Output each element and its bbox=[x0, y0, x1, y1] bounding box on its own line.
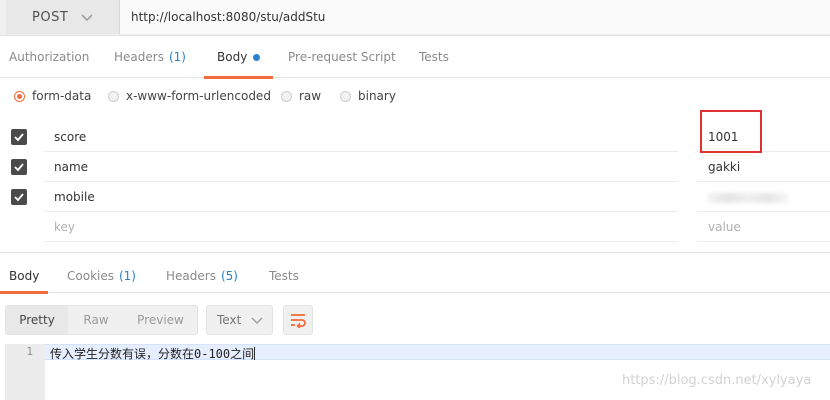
radio-label: x-www-form-urlencoded bbox=[126, 89, 271, 103]
watermark: https://blog.csdn.net/xylyaya bbox=[622, 373, 812, 388]
wrap-lines-icon bbox=[291, 314, 306, 328]
response-body-editor[interactable]: 1 传入学生分数有误，分数在0-100之间 bbox=[5, 344, 830, 400]
radio-icon bbox=[108, 90, 119, 102]
chevron-down-icon bbox=[81, 14, 93, 22]
radio-icon bbox=[340, 90, 351, 102]
format-select[interactable]: Text bbox=[206, 305, 273, 335]
radio-selected-icon bbox=[14, 90, 25, 102]
response-tab-headers[interactable]: Headers (5) bbox=[166, 259, 238, 293]
annotation-highlight-box bbox=[700, 110, 762, 153]
radio-form-data[interactable]: form-data bbox=[14, 89, 91, 103]
tab-headers[interactable]: Headers (1) bbox=[114, 36, 186, 78]
response-text-line: 传入学生分数有误，分数在0-100之间 bbox=[50, 345, 256, 362]
tab-label: Authorization bbox=[9, 50, 90, 64]
view-mode-group: Pretty Raw Preview bbox=[5, 305, 198, 335]
radio-icon bbox=[281, 90, 292, 102]
response-tab-tests[interactable]: Tests bbox=[269, 259, 299, 293]
response-tabs: Body Cookies (1) Headers (5) Tests bbox=[0, 259, 830, 294]
tab-body[interactable]: Body bbox=[203, 36, 274, 79]
response-tab-body[interactable]: Body bbox=[0, 259, 49, 294]
param-value-input[interactable] bbox=[697, 182, 830, 212]
tab-label: Tests bbox=[419, 50, 449, 64]
view-raw-button[interactable]: Raw bbox=[68, 306, 124, 334]
tab-label: Body bbox=[217, 50, 248, 64]
text-cursor bbox=[254, 347, 256, 360]
radio-raw[interactable]: raw bbox=[281, 89, 321, 103]
tab-label: Headers bbox=[114, 50, 164, 64]
tab-label: Tests bbox=[269, 269, 299, 283]
redacted-value bbox=[708, 192, 788, 203]
radio-label: form-data bbox=[32, 89, 92, 103]
tab-label: Cookies bbox=[67, 269, 114, 283]
check-icon bbox=[14, 133, 24, 142]
radio-label: raw bbox=[299, 89, 322, 103]
method-select[interactable]: POST bbox=[6, 0, 120, 34]
new-param-row: key value bbox=[0, 212, 830, 242]
view-pretty-button[interactable]: Pretty bbox=[6, 306, 68, 334]
url-text: http://localhost:8080/stu/addStu bbox=[131, 10, 326, 24]
wrap-lines-button[interactable] bbox=[283, 305, 313, 335]
tab-label: Pre-request Script bbox=[288, 50, 396, 64]
new-param-value-input[interactable]: value bbox=[697, 212, 830, 242]
tab-pre-request-script[interactable]: Pre-request Script bbox=[288, 36, 396, 78]
body-type-options: form-data x-www-form-urlencoded raw bina… bbox=[0, 86, 830, 110]
param-row: mobile bbox=[0, 182, 830, 212]
check-icon bbox=[14, 163, 24, 172]
radio-urlencoded[interactable]: x-www-form-urlencoded bbox=[108, 89, 271, 103]
divider bbox=[0, 252, 830, 253]
tab-authorization[interactable]: Authorization bbox=[9, 36, 89, 78]
radio-binary[interactable]: binary bbox=[340, 89, 396, 103]
tab-label: Headers bbox=[166, 269, 216, 283]
response-text: 传入学生分数有误，分数在0-100之间 bbox=[50, 347, 255, 361]
tab-count: (1) bbox=[118, 269, 136, 283]
param-checkbox[interactable] bbox=[11, 189, 27, 205]
url-input[interactable]: http://localhost:8080/stu/addStu bbox=[120, 0, 830, 34]
request-bar: POST http://localhost:8080/stu/addStu bbox=[0, 0, 830, 36]
param-row: name gakki bbox=[0, 152, 830, 182]
param-value-input[interactable]: gakki bbox=[697, 152, 830, 182]
method-label: POST bbox=[32, 9, 69, 25]
check-icon bbox=[14, 193, 24, 202]
param-key-input[interactable]: mobile bbox=[44, 182, 678, 212]
tab-label: Body bbox=[9, 269, 40, 283]
format-label: Text bbox=[217, 313, 242, 327]
request-tabs: Authorization Headers (1) Body Pre-reque… bbox=[0, 36, 830, 79]
tab-count: (5) bbox=[220, 269, 238, 283]
param-key-input[interactable]: name bbox=[44, 152, 678, 182]
response-toolbar: Pretty Raw Preview Text bbox=[0, 304, 830, 336]
line-number: 1 bbox=[26, 345, 33, 358]
view-preview-button[interactable]: Preview bbox=[124, 306, 197, 334]
tab-count: (1) bbox=[168, 50, 186, 64]
param-key-input[interactable]: score bbox=[44, 122, 678, 152]
chevron-down-icon bbox=[251, 317, 263, 325]
param-checkbox[interactable] bbox=[11, 159, 27, 175]
tab-tests[interactable]: Tests bbox=[419, 36, 449, 78]
new-param-key-input[interactable]: key bbox=[44, 212, 678, 242]
modified-dot-icon bbox=[253, 53, 261, 61]
line-gutter: 1 bbox=[5, 344, 45, 400]
response-tab-cookies[interactable]: Cookies (1) bbox=[67, 259, 136, 293]
radio-label: binary bbox=[358, 89, 396, 103]
param-checkbox[interactable] bbox=[11, 129, 27, 145]
